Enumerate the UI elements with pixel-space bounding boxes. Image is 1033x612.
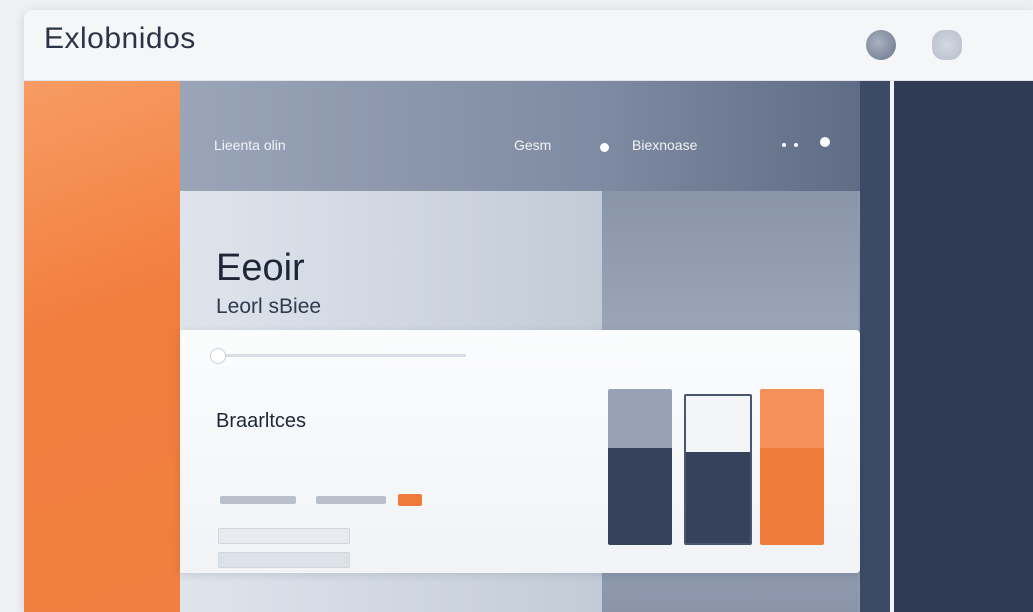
chart-bar-3 — [760, 389, 824, 545]
accent-sidebar — [24, 81, 180, 612]
text-field-1[interactable] — [218, 528, 350, 544]
hero-section: Eeoir Leorl sBiee — [180, 191, 602, 341]
page-subtitle: Leorl sBiee — [216, 295, 322, 318]
nav-item-2[interactable]: Gesm — [514, 137, 551, 153]
circle-icon[interactable] — [866, 30, 896, 60]
bar-chart — [608, 380, 848, 545]
app-title: Exlobnidos — [44, 22, 196, 55]
pin-icon[interactable] — [932, 30, 962, 60]
content-card: Braarltces — [180, 330, 860, 573]
slider-track[interactable] — [216, 354, 466, 357]
right-panel — [894, 81, 1033, 612]
accent-marker — [398, 494, 422, 506]
chart-bar-segment — [686, 396, 750, 452]
slider-handle[interactable] — [210, 348, 226, 364]
card-heading: Braarltces — [216, 410, 307, 432]
chart-bar-2 — [684, 394, 752, 545]
chart-bar-segment — [608, 448, 672, 545]
chart-bar-segment — [760, 448, 824, 545]
chart-bar-segment — [686, 452, 750, 543]
nav-item-3[interactable]: Biexnoase — [632, 137, 697, 153]
placeholder-line — [316, 496, 386, 504]
divider-rail — [860, 81, 890, 612]
nav-item-3-icon — [600, 143, 609, 152]
app-window: Exlobnidos Lieenta olin Gesm Biexnoase E… — [24, 10, 1033, 612]
chart-bar-1 — [608, 389, 672, 545]
title-bar: Exlobnidos — [24, 10, 1033, 81]
nav-item-1[interactable]: Lieenta olin — [214, 137, 286, 153]
text-field-2[interactable] — [218, 552, 350, 568]
placeholder-line — [220, 496, 296, 504]
ellipsis-icon[interactable] — [780, 133, 840, 157]
page-title: Eeoir — [216, 247, 305, 289]
chart-bar-segment — [760, 389, 824, 448]
top-navigation: Lieenta olin Gesm Biexnoase — [180, 81, 860, 191]
chart-bar-segment — [608, 389, 672, 448]
